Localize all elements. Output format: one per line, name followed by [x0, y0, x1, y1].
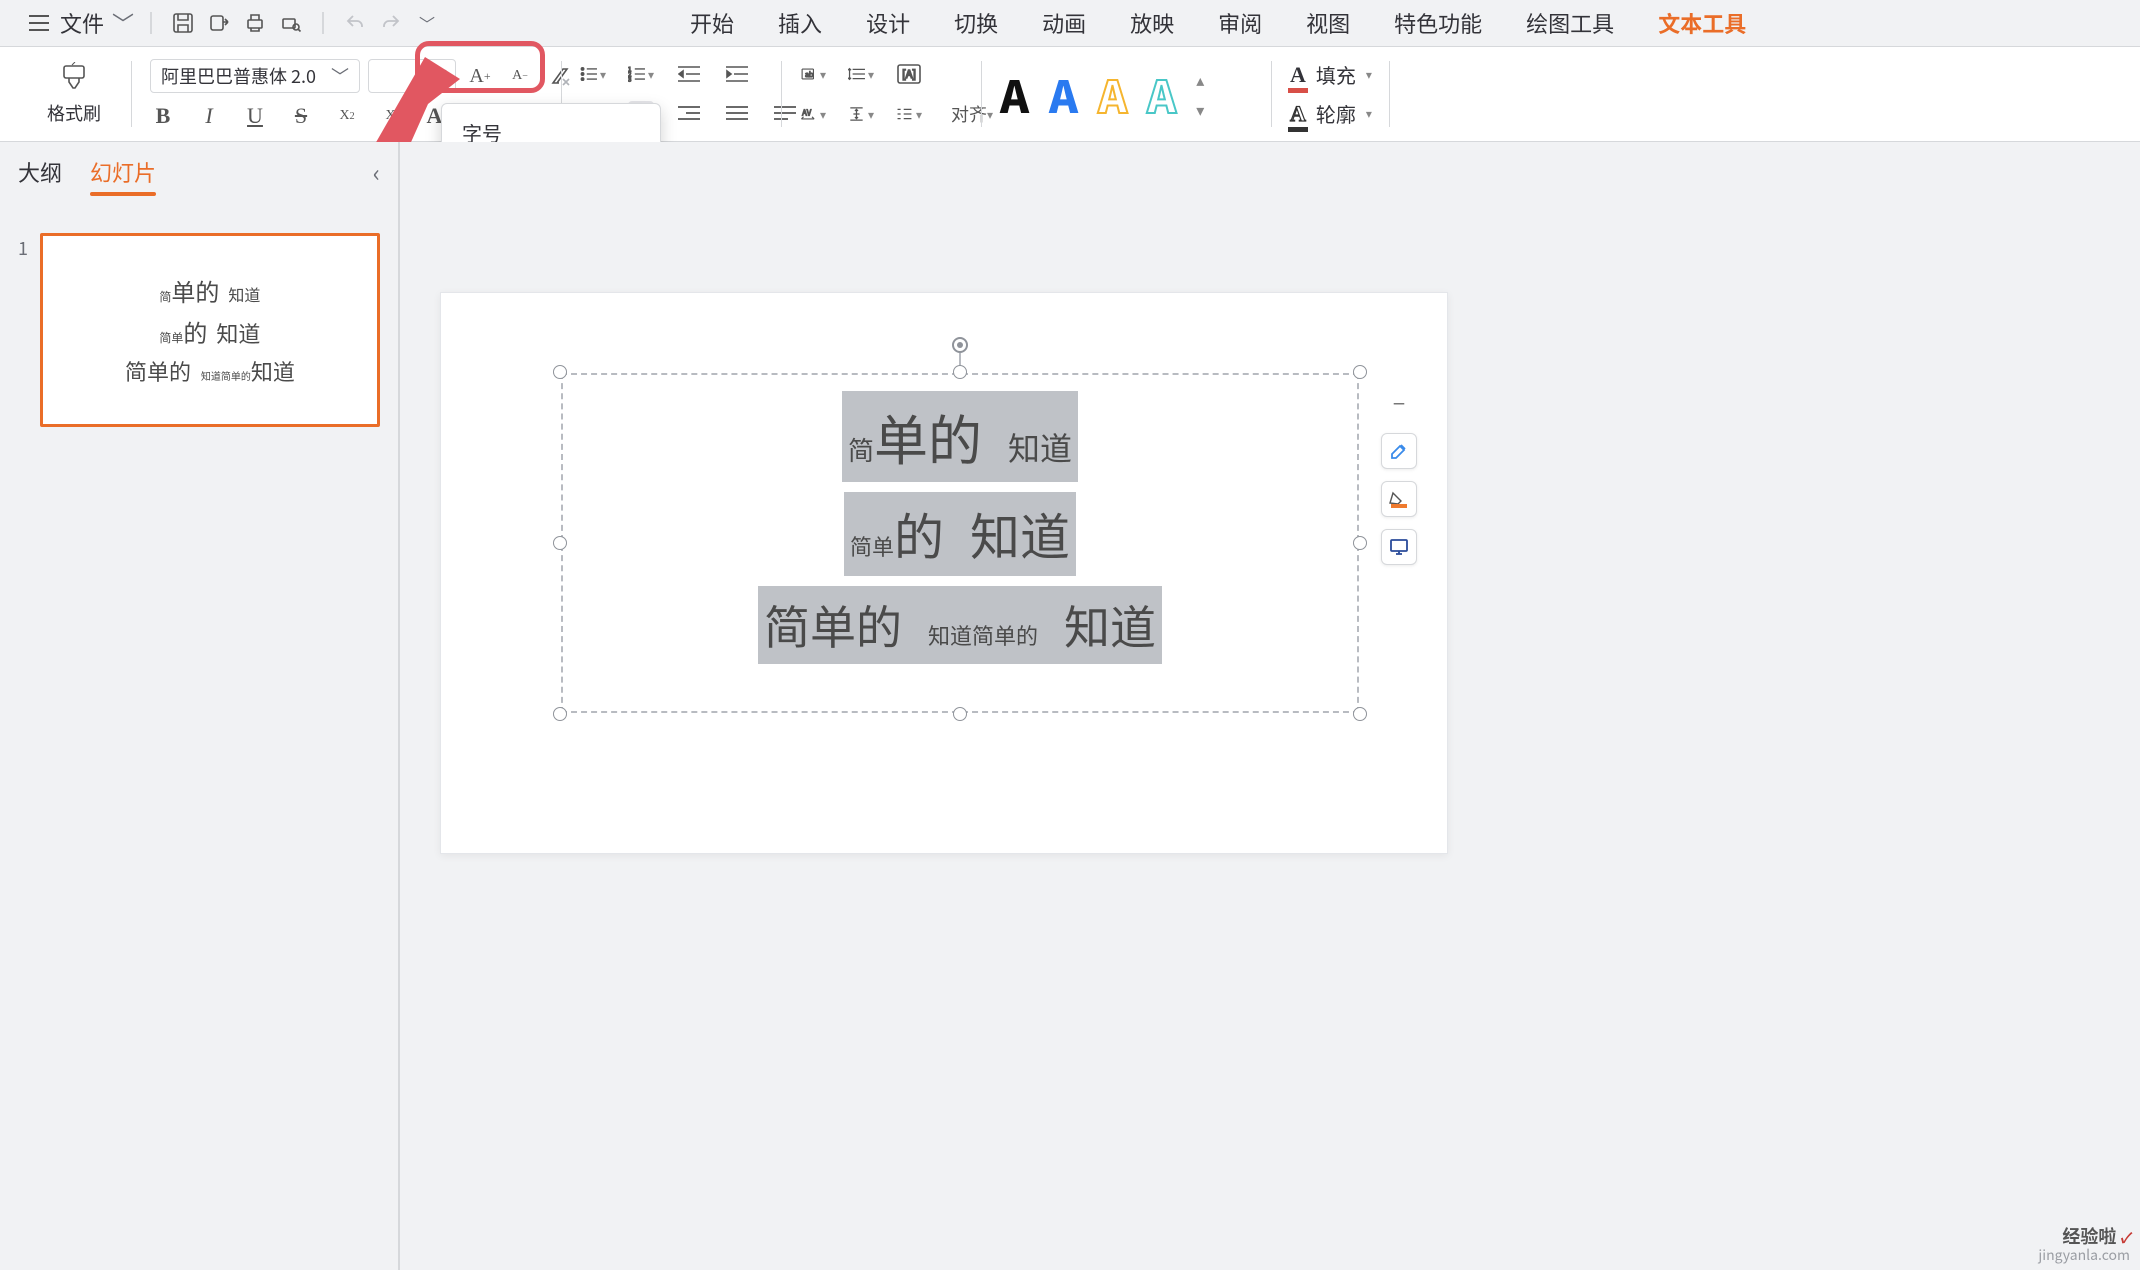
- quick-access-left: 文件 ﹀ ﹀: [24, 7, 442, 39]
- wordart-preset-2[interactable]: A: [1049, 62, 1078, 126]
- format-painter-label: 格式刷: [47, 100, 101, 126]
- tab-special[interactable]: 特色功能: [1394, 7, 1482, 39]
- font-size-selector[interactable]: ﹀: [368, 59, 456, 93]
- export-icon[interactable]: [204, 8, 234, 38]
- slide-canvas[interactable]: 简单的 知道 简单的 知道 简单的 知道简单的 知道 −: [400, 142, 2140, 1270]
- text-fill-label: 填充: [1316, 60, 1356, 89]
- slide-number: 1: [18, 235, 30, 261]
- svg-text:AV: AV: [802, 107, 812, 118]
- slide-thumbnail-content: 简单的 知道 简单的 知道 简单的 知道简单的知道: [125, 273, 295, 387]
- menu-bar: 文件 ﹀ ﹀ 开始 插入 设计 切换 动画 放映 审: [0, 0, 2140, 46]
- zoom-out-icon[interactable]: −: [1381, 385, 1417, 421]
- tab-stops-button[interactable]: ▾: [896, 101, 922, 127]
- text-box[interactable]: 简单的 知道 简单的 知道 简单的 知道简单的 知道 −: [561, 373, 1359, 713]
- underline-button[interactable]: U: [242, 103, 268, 129]
- subscript-button[interactable]: X2: [380, 103, 406, 129]
- workzone: 大纲 幻灯片 ‹ 1 简单的 知道 简单的 知道 简单的 知道简单的知道: [0, 142, 2140, 1270]
- vertical-align-button[interactable]: ▾: [848, 101, 874, 127]
- undo-icon[interactable]: [340, 8, 370, 38]
- print-preview-icon[interactable]: [276, 8, 306, 38]
- collapse-panel-icon[interactable]: ‹: [373, 154, 380, 189]
- superscript-button[interactable]: X2: [334, 103, 360, 129]
- more-quick-icon[interactable]: ﹀: [412, 8, 442, 38]
- slide-panel: 大纲 幻灯片 ‹ 1 简单的 知道 简单的 知道 简单的 知道简单的知道: [0, 142, 398, 1270]
- align-right-button[interactable]: [676, 101, 702, 127]
- floating-tool-panel: −: [1381, 385, 1417, 565]
- side-panel-tabs: 大纲 幻灯片 ‹: [18, 154, 380, 189]
- svg-text:ab: ab: [805, 70, 813, 80]
- wordart-more-icon[interactable]: ▾: [1196, 97, 1204, 121]
- tab-view[interactable]: 视图: [1306, 7, 1350, 39]
- align-justify-button[interactable]: [724, 101, 750, 127]
- chevron-down-icon: ﹀: [419, 11, 435, 35]
- rotate-handle[interactable]: [952, 337, 968, 353]
- decrease-indent-button[interactable]: [676, 61, 702, 87]
- wordart-preset-4[interactable]: A: [1147, 62, 1176, 126]
- slides-tab[interactable]: 幻灯片: [90, 156, 156, 188]
- app-menu-icon[interactable]: [24, 8, 54, 38]
- text-outline-button[interactable]: A 轮廓 ▾: [1290, 99, 1372, 128]
- number-list-button[interactable]: 123 ▾: [628, 61, 654, 87]
- group-fill-outline: A 填充 ▾ A 轮廓 ▾: [1272, 53, 1390, 135]
- format-brush-quick-icon[interactable]: [1381, 433, 1417, 469]
- highlight-quick-icon[interactable]: [1381, 481, 1417, 517]
- bullet-list-button[interactable]: ▾: [580, 61, 606, 87]
- text-line-1[interactable]: 简单的 知道: [842, 391, 1078, 482]
- ribbon-tabs: 开始 插入 设计 切换 动画 放映 审阅 视图 特色功能 绘图工具 文本工具: [690, 7, 1746, 39]
- text-line-2[interactable]: 简单的 知道: [844, 492, 1076, 576]
- text-fill-button[interactable]: A 填充 ▾: [1290, 60, 1372, 89]
- tab-animation[interactable]: 动画: [1042, 7, 1086, 39]
- increase-indent-button[interactable]: [724, 61, 750, 87]
- outline-tab[interactable]: 大纲: [18, 156, 62, 188]
- text-content[interactable]: 简单的 知道 简单的 知道 简单的 知道简单的 知道: [561, 373, 1359, 713]
- watermark: 经验啦 ✓ jingyanla.com: [2038, 1226, 2130, 1264]
- chevron-down-icon: ﹀: [331, 63, 349, 89]
- format-painter-button[interactable]: 格式刷: [34, 62, 114, 126]
- font-name-value: 阿里巴巴普惠体 2.0: [161, 63, 323, 89]
- line-spacing-button[interactable]: ▾: [848, 61, 874, 87]
- bold-button[interactable]: B: [150, 103, 176, 129]
- file-menu[interactable]: 文件 ﹀: [60, 7, 134, 39]
- strikethrough-button[interactable]: S: [288, 103, 314, 129]
- monitor-quick-icon[interactable]: [1381, 529, 1417, 565]
- columns-button[interactable]: [A]: [896, 61, 922, 87]
- slide-thumbnail-1[interactable]: 简单的 知道 简单的 知道 简单的 知道简单的知道: [40, 233, 380, 427]
- text-line-3[interactable]: 简单的 知道简单的 知道: [758, 586, 1162, 664]
- slide-thumb-row: 1 简单的 知道 简单的 知道 简单的 知道简单的知道: [18, 233, 380, 427]
- redo-icon[interactable]: [376, 8, 406, 38]
- shrink-font-button[interactable]: A−: [504, 60, 536, 92]
- file-menu-label: 文件: [60, 7, 104, 39]
- tab-drawing-tools[interactable]: 绘图工具: [1526, 7, 1614, 39]
- tab-insert[interactable]: 插入: [778, 7, 822, 39]
- text-direction-button[interactable]: ab ▾: [800, 61, 826, 87]
- wordart-scroll-icon[interactable]: ▴: [1196, 67, 1204, 91]
- wordart-preset-1[interactable]: A: [1000, 62, 1029, 126]
- svg-text:3: 3: [628, 75, 631, 83]
- group-wordart: A A A A ▴ ▾: [982, 53, 1272, 135]
- slide[interactable]: 简单的 知道 简单的 知道 简单的 知道简单的 知道 −: [440, 292, 1448, 854]
- print-icon[interactable]: [240, 8, 270, 38]
- tab-home[interactable]: 开始: [690, 7, 734, 39]
- svg-text:[A]: [A]: [902, 66, 916, 82]
- ribbon: 格式刷 阿里巴巴普惠体 2.0 ﹀ ﹀ A+ A−: [0, 46, 2140, 142]
- italic-button[interactable]: I: [196, 103, 222, 129]
- grow-font-button[interactable]: A+: [464, 60, 496, 92]
- wordart-preset-3[interactable]: A: [1098, 62, 1127, 126]
- tab-transition[interactable]: 切换: [954, 7, 998, 39]
- group-text-layout: ab ▾ ▾ [A] AV ▾ ▾: [782, 53, 982, 135]
- text-outline-label: 轮廓: [1316, 99, 1356, 128]
- chevron-down-icon: ﹀: [431, 64, 447, 88]
- save-icon[interactable]: [168, 8, 198, 38]
- tab-slideshow[interactable]: 放映: [1130, 7, 1174, 39]
- group-format-painter: 格式刷: [16, 53, 132, 135]
- tab-review[interactable]: 审阅: [1218, 7, 1262, 39]
- chevron-down-icon: ﹀: [112, 7, 134, 39]
- tab-design[interactable]: 设计: [866, 7, 910, 39]
- char-spacing-button[interactable]: AV ▾: [800, 101, 826, 127]
- font-name-selector[interactable]: 阿里巴巴普惠体 2.0 ﹀: [150, 59, 360, 93]
- tab-text-tools[interactable]: 文本工具: [1658, 7, 1746, 39]
